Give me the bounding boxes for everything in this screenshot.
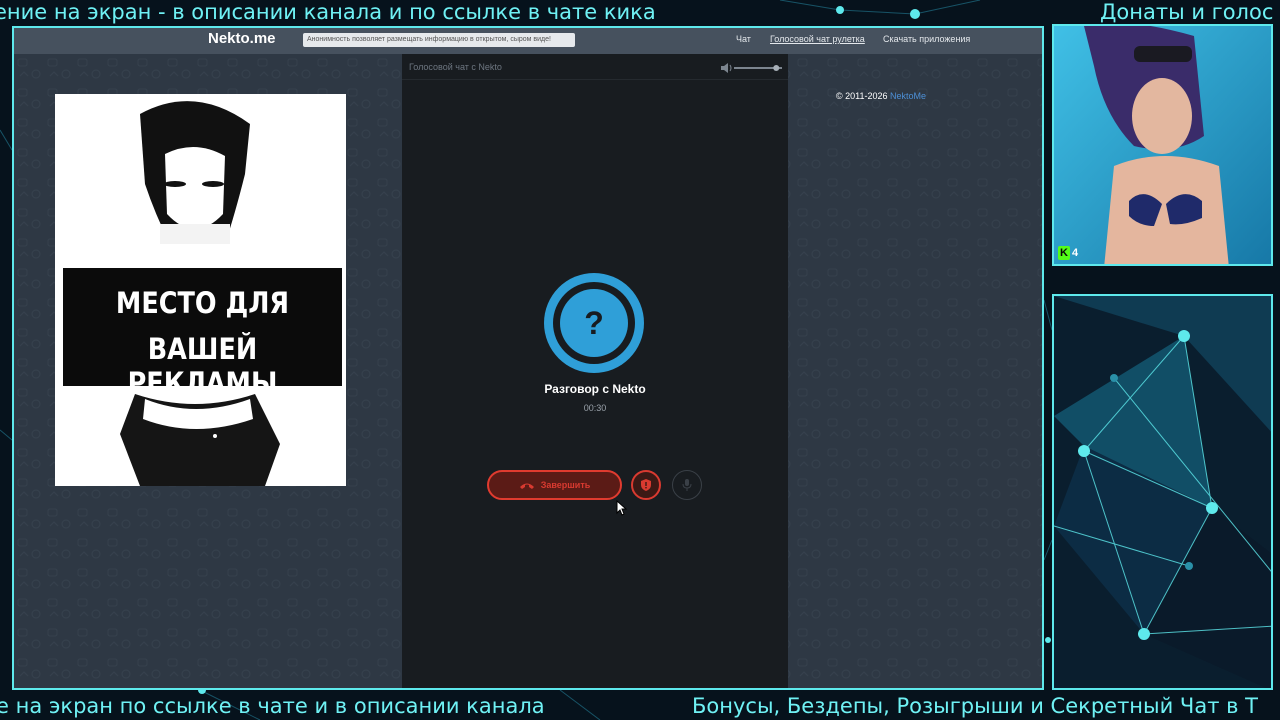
end-call-button[interactable]: Завершить (487, 470, 622, 500)
volume-slider[interactable] (720, 62, 786, 74)
shield-report-icon (641, 479, 651, 491)
viewer-count: 4 (1072, 247, 1079, 259)
ad-text-line2: ВАШЕЙ РЕКЛАМЫ (127, 332, 278, 400)
streamer-webcam: K 4 (1052, 24, 1273, 266)
ticker-bottom-left: е на экран по ссылке в чате и в описании… (0, 694, 545, 718)
call-panel-header: Голосовой чат с Nekto (402, 54, 788, 80)
volume-icon (721, 63, 732, 73)
partner-avatar: ? (544, 273, 644, 373)
copyright-years: © 2011-2026 (836, 91, 888, 101)
copyright-link[interactable]: NektoMe (890, 91, 926, 101)
browser-window: Nekto.me Анонимность позволяет размещать… (12, 26, 1044, 690)
volume-knob[interactable] (773, 65, 780, 71)
nav-link-download-apps[interactable]: Скачать приложения (883, 34, 970, 44)
ad-text-line1: МЕСТО ДЛЯ (115, 286, 290, 320)
mute-microphone-button[interactable] (672, 470, 702, 500)
call-panel-title: Голосовой чат с Nekto (409, 62, 502, 72)
nav-link-voice-roulette[interactable]: Голосовой чат рулетка (770, 34, 865, 44)
cursor-arrow-icon (616, 500, 628, 516)
anonymity-notice: Анонимность позволяет размещать информац… (303, 33, 575, 47)
question-icon: ? (584, 305, 604, 341)
voice-call-panel: Голосовой чат с Nekto ? Разговор с Nekto… (402, 54, 788, 688)
network-graphic-panel (1052, 294, 1273, 690)
ticker-top-right: Донаты и голос (1100, 0, 1274, 24)
volume-control[interactable] (720, 61, 786, 73)
microphone-icon (682, 479, 692, 491)
ad-placeholder[interactable]: МЕСТО ДЛЯ ВАШЕЙ РЕКЛАМЫ (55, 94, 346, 486)
copyright-notice: © 2011-2026 NektoMe (836, 91, 926, 101)
ticker-top-left: ение на экран - в описании канала и по с… (0, 0, 656, 24)
site-header: Nekto.me Анонимность позволяет размещать… (14, 28, 1042, 54)
report-button[interactable] (631, 470, 661, 500)
end-call-label: Завершить (540, 480, 591, 490)
call-timer: 00:30 (583, 403, 607, 413)
kick-logo-icon: K (1058, 246, 1070, 260)
viewer-badge: K 4 (1058, 245, 1078, 261)
partner-name: Разговор с Nekto (544, 382, 646, 396)
ad-banner: МЕСТО ДЛЯ ВАШЕЙ РЕКЛАМЫ (63, 268, 342, 400)
nav-link-chat[interactable]: Чат (736, 34, 751, 44)
phone-hangup-icon (519, 483, 534, 489)
network-graphic (1054, 296, 1271, 688)
site-logo[interactable]: Nekto.me (208, 30, 276, 47)
webcam-video (1054, 26, 1271, 264)
ticker-bottom-right: Бонусы, Бездепы, Розыгрыши и Секретный Ч… (692, 694, 1258, 718)
